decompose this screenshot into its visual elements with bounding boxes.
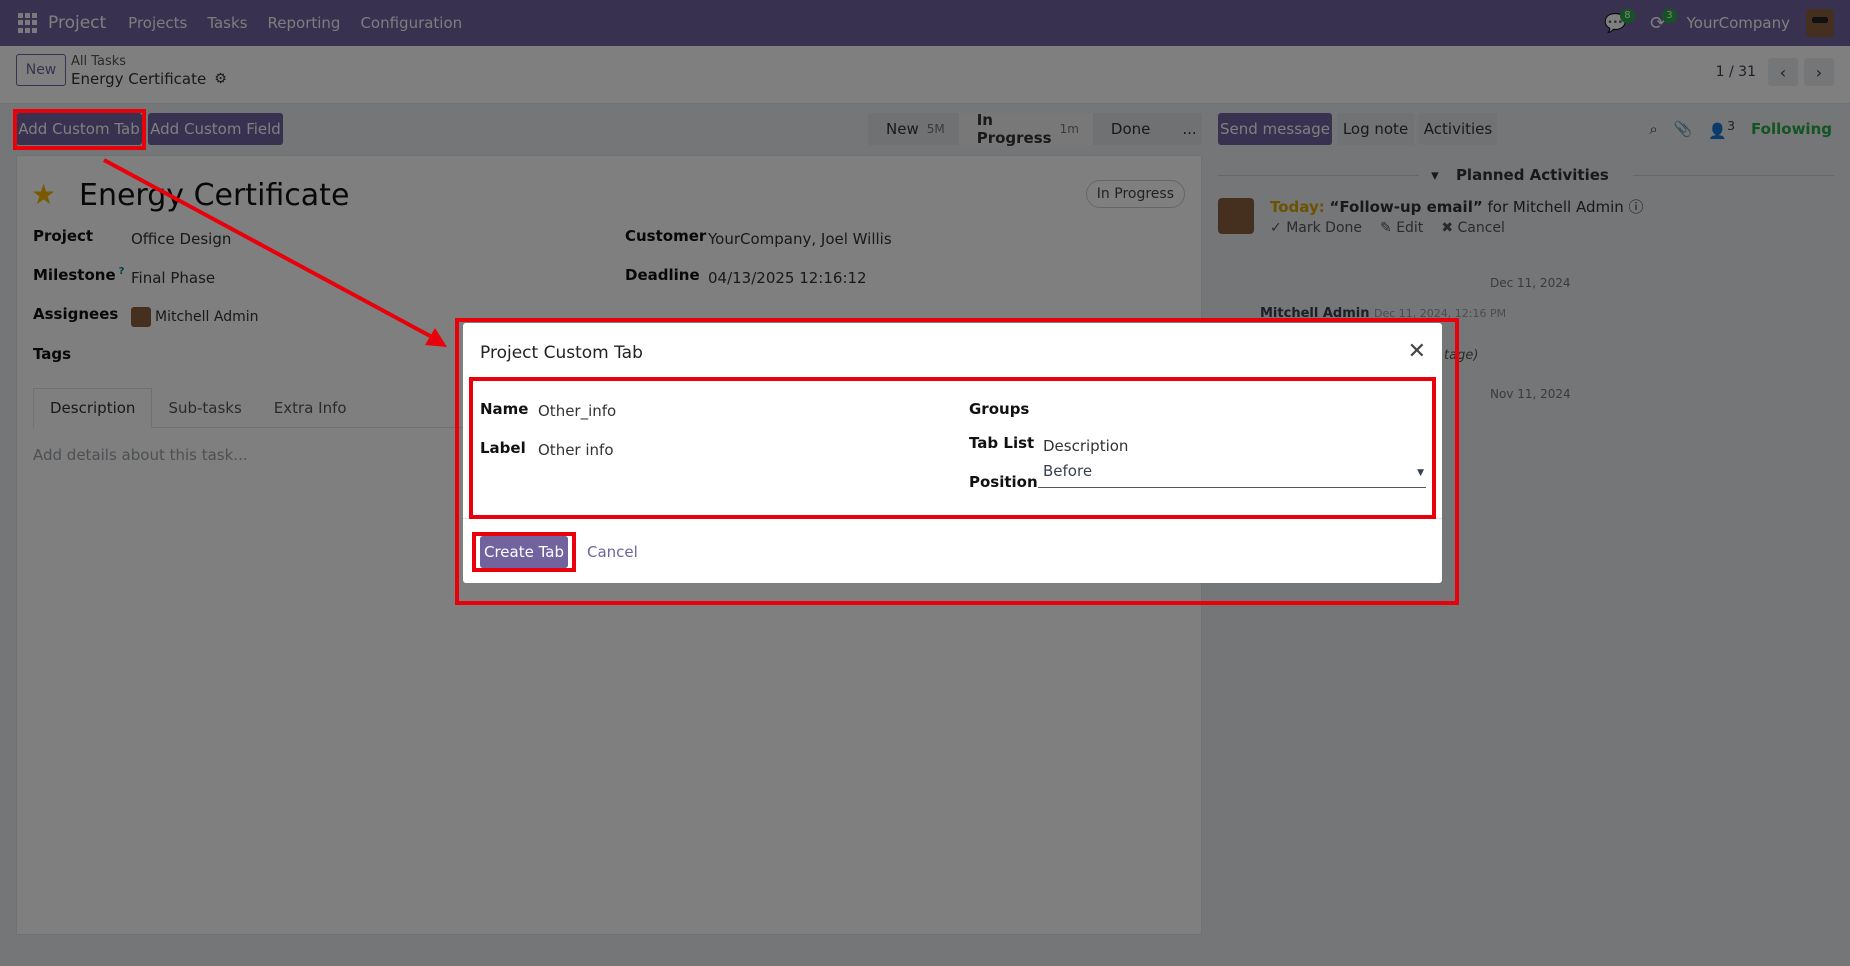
- groups-label: Groups: [969, 400, 1030, 418]
- cancel-button[interactable]: Cancel: [587, 543, 638, 561]
- position-value: Before: [1043, 462, 1093, 480]
- label-field[interactable]: Other info: [538, 441, 614, 459]
- name-field[interactable]: Other_info: [538, 402, 616, 420]
- label-label: Label: [480, 439, 526, 457]
- dialog-footer-divider: [463, 518, 1442, 519]
- position-select[interactable]: Before ▼: [1038, 462, 1426, 488]
- tab-list-field[interactable]: Description: [1043, 437, 1128, 455]
- close-icon[interactable]: ✕: [1408, 339, 1426, 364]
- tab-list-label: Tab List: [969, 434, 1035, 452]
- create-tab-button[interactable]: Create Tab: [480, 536, 568, 568]
- name-label: Name: [480, 400, 529, 418]
- position-label: Position: [969, 473, 1038, 491]
- custom-tab-dialog: Project Custom Tab ✕ Name Other_info Lab…: [463, 323, 1442, 583]
- caret-down-icon: ▼: [1417, 468, 1424, 478]
- dialog-title: Project Custom Tab: [480, 343, 643, 363]
